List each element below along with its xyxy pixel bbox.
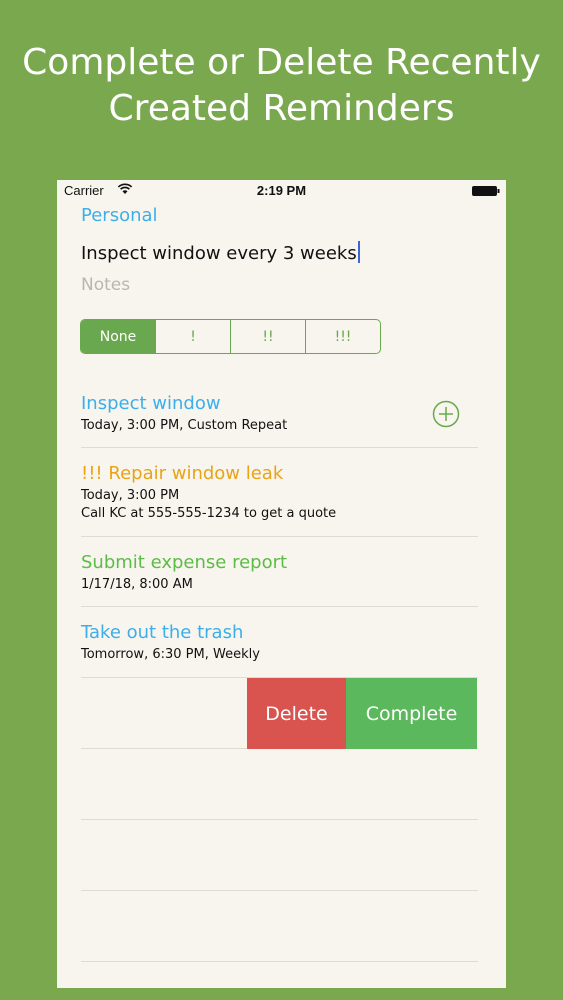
reminder-note: Call KC at 555-555-1234 to get a quote — [81, 506, 337, 521]
priority-medium[interactable]: !! — [231, 320, 306, 353]
priority-low[interactable]: ! — [156, 320, 231, 353]
empty-row — [81, 749, 478, 820]
list-title[interactable]: Personal — [81, 205, 158, 226]
priority-segmented-control[interactable]: None ! !! !!! — [80, 319, 381, 354]
reminder-row[interactable]: Submit expense report 1/17/18, 8:00 AM — [81, 537, 478, 607]
battery-icon — [472, 186, 500, 196]
reminder-row[interactable]: Take out the trash Tomorrow, 6:30 PM, We… — [81, 607, 478, 678]
text-caret — [357, 241, 360, 263]
priority-high[interactable]: !!! — [306, 320, 380, 353]
phone-screen: Carrier 2:19 PM Personal Inspect window … — [57, 180, 506, 988]
headline-line-2: Created Reminders — [108, 88, 455, 129]
reminder-subtitle: Today, 3:00 PM — [81, 488, 180, 503]
reminder-subtitle: 1/17/18, 8:00 AM — [81, 577, 193, 592]
reminder-title: Take out the trash — [81, 622, 244, 643]
headline: Complete or Delete Recently Created Remi… — [0, 40, 563, 132]
reminder-subtitle: Today, 3:00 PM, Custom Repeat — [81, 418, 288, 433]
notes-input[interactable]: Notes — [81, 275, 130, 295]
status-time: 2:19 PM — [256, 183, 307, 198]
reminder-row[interactable]: Inspect window Today, 3:00 PM, Custom Re… — [81, 380, 478, 448]
reminder-subtitle: Tomorrow, 6:30 PM, Weekly — [81, 647, 260, 662]
plus-circle-icon[interactable] — [432, 400, 460, 428]
reminder-title: Inspect window — [81, 393, 221, 414]
reminder-row[interactable]: !!! Repair window leak Today, 3:00 PM Ca… — [81, 448, 478, 537]
reminder-title: !!! Repair window leak — [81, 463, 284, 484]
priority-none[interactable]: None — [81, 320, 156, 353]
headline-line-1: Complete or Delete Recently — [22, 42, 541, 83]
new-reminder-text: Inspect window every 3 weeks — [81, 243, 357, 264]
empty-row — [81, 891, 478, 962]
delete-button[interactable]: Delete — [247, 678, 346, 749]
complete-button[interactable]: Complete — [346, 678, 477, 749]
status-bar: Carrier 2:19 PM — [57, 180, 506, 202]
new-reminder-input[interactable]: Inspect window every 3 weeks — [81, 241, 360, 264]
swipe-actions: Delete Complete — [247, 678, 477, 749]
reminder-title: Submit expense report — [81, 552, 288, 573]
empty-row — [81, 820, 478, 891]
